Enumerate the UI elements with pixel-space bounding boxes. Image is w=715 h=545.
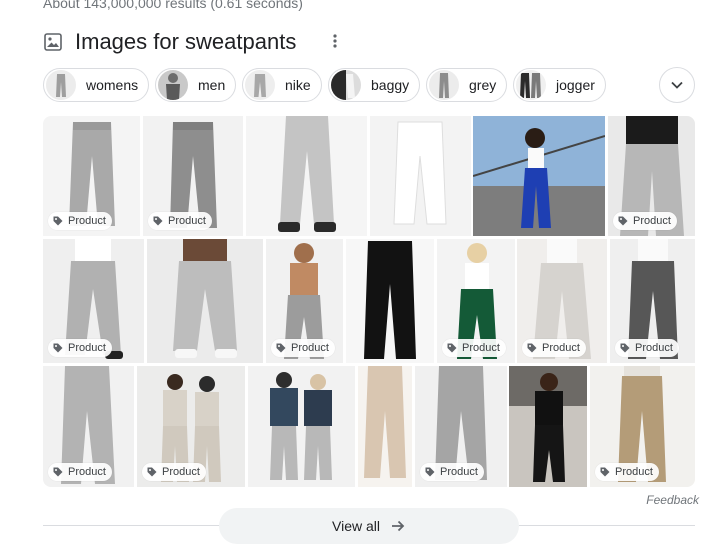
tag-icon (147, 467, 157, 477)
chips-expand-button[interactable] (659, 67, 695, 103)
image-result[interactable] (473, 116, 605, 236)
image-result[interactable]: Product (437, 239, 515, 363)
view-all-label: View all (332, 518, 380, 534)
chip-thumbnail (158, 70, 188, 100)
image-icon (44, 33, 62, 51)
tag-icon (276, 343, 286, 353)
tag-icon (618, 216, 628, 226)
tag-icon (53, 343, 63, 353)
tag-icon (425, 467, 435, 477)
tag-icon (600, 467, 610, 477)
chip-womens[interactable]: womens (43, 68, 149, 102)
chip-jogger[interactable]: jogger (513, 68, 606, 102)
product-badge: Product (48, 212, 112, 230)
chip-thumbnail (245, 70, 275, 100)
image-result[interactable] (358, 366, 412, 487)
image-result[interactable]: Product (43, 366, 134, 487)
results-count: About 143,000,000 results (0.61 seconds) (43, 0, 303, 11)
image-result[interactable]: Product (608, 116, 695, 236)
image-result[interactable] (346, 239, 434, 363)
product-badge: Product (595, 463, 659, 481)
section-title: Images for sweatpants (75, 29, 297, 54)
product-badge: Product (615, 339, 679, 357)
product-badge: Product (420, 463, 484, 481)
image-result[interactable] (246, 116, 367, 236)
image-result[interactable] (509, 366, 587, 487)
image-result[interactable]: Product (137, 366, 245, 487)
chip-grey[interactable]: grey (426, 68, 507, 102)
chip-thumbnail (429, 70, 459, 100)
product-badge: Product (142, 463, 206, 481)
tag-icon (620, 343, 630, 353)
image-result[interactable]: Product (590, 366, 695, 487)
arrow-right-icon (392, 520, 405, 532)
section-header: Images for sweatpants (43, 28, 296, 56)
product-badge: Product (48, 463, 112, 481)
image-result[interactable]: Product (43, 116, 140, 236)
image-result[interactable]: Product (143, 116, 243, 236)
product-badge: Product (148, 212, 212, 230)
tag-icon (53, 216, 63, 226)
chip-nike[interactable]: nike (242, 68, 322, 102)
feedback-link[interactable]: Feedback (646, 493, 699, 507)
tag-icon (527, 343, 537, 353)
more-vert-icon (333, 34, 337, 48)
tag-icon (447, 343, 457, 353)
chip-label: jogger (556, 77, 595, 93)
chip-thumbnail (516, 70, 546, 100)
image-result[interactable] (248, 366, 355, 487)
chip-thumbnail (46, 70, 76, 100)
chip-baggy[interactable]: baggy (328, 68, 420, 102)
image-result[interactable]: Product (415, 366, 507, 487)
product-badge: Product (271, 339, 335, 357)
chip-label: men (198, 77, 226, 93)
image-result[interactable]: Product (43, 239, 144, 363)
chevron-down-icon (671, 81, 683, 89)
chip-label: womens (86, 77, 139, 93)
image-result[interactable]: Product (266, 239, 343, 363)
image-result[interactable] (370, 116, 471, 236)
product-badge: Product (613, 212, 677, 230)
chip-label: grey (469, 77, 497, 93)
product-badge: Product (522, 339, 586, 357)
image-result[interactable]: Product (517, 239, 607, 363)
tag-icon (53, 467, 63, 477)
chip-men[interactable]: men (155, 68, 236, 102)
chip-label: nike (285, 77, 311, 93)
product-badge: Product (48, 339, 112, 357)
image-result[interactable]: Product (610, 239, 695, 363)
chip-label: baggy (371, 77, 410, 93)
chip-thumbnail (331, 70, 361, 100)
product-badge: Product (442, 339, 506, 357)
more-options-button[interactable] (324, 29, 346, 53)
image-result[interactable] (147, 239, 263, 363)
view-all-button[interactable]: View all (219, 508, 519, 544)
tag-icon (153, 216, 163, 226)
